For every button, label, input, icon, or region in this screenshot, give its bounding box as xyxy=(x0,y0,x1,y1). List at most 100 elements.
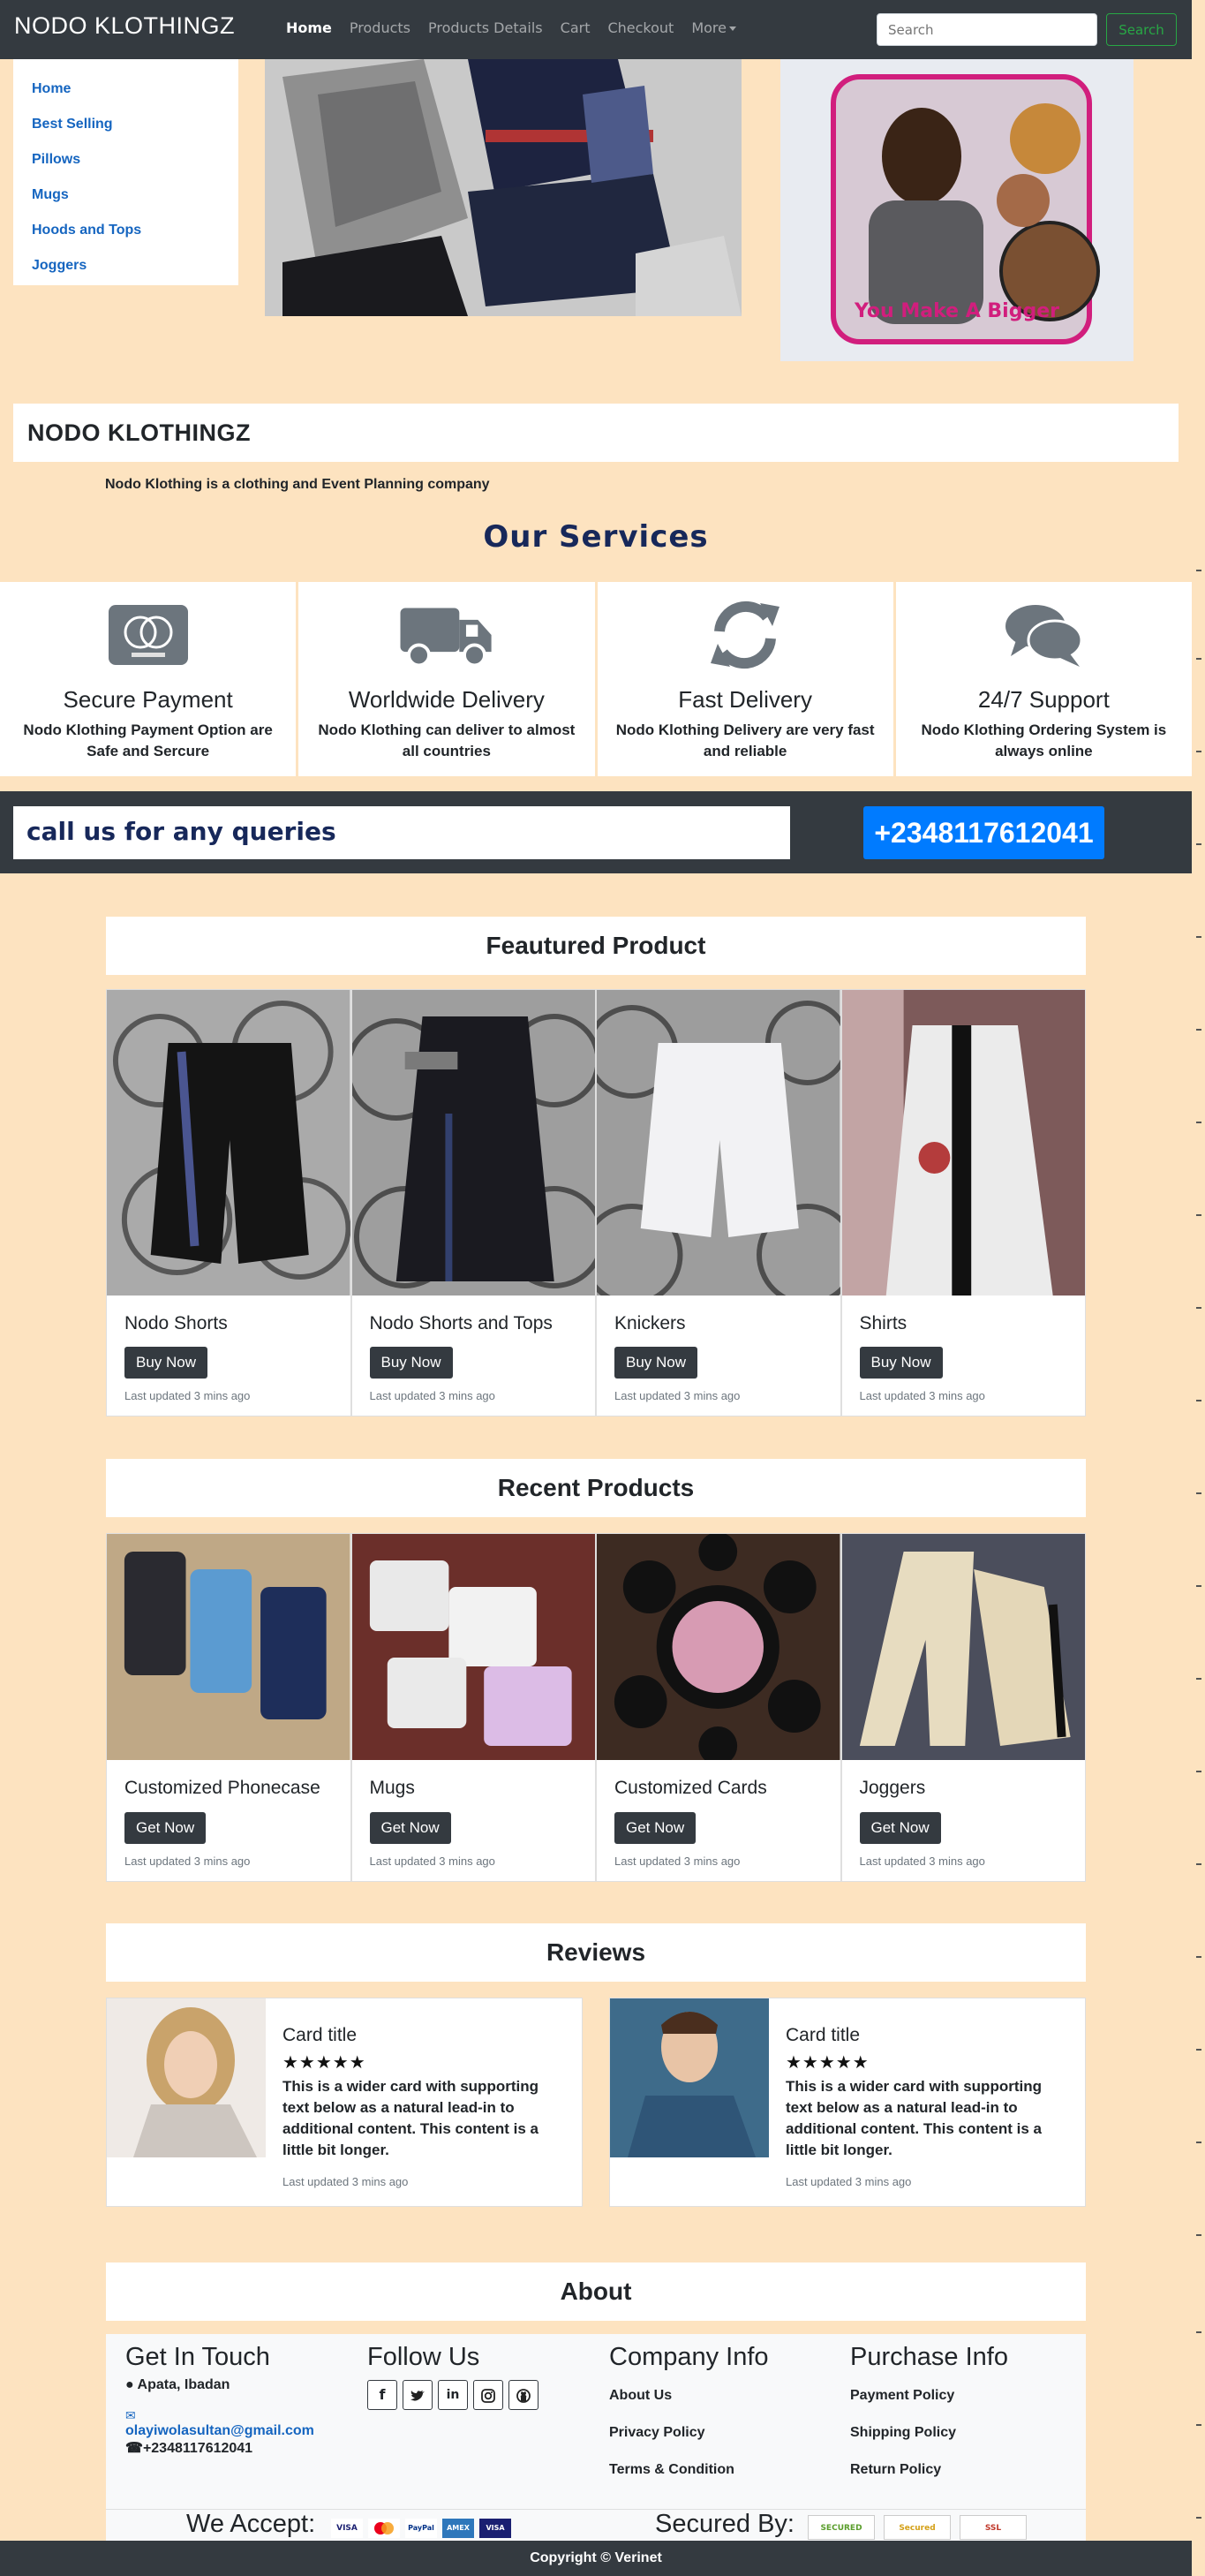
paypal-icon: PayPal xyxy=(405,2519,437,2538)
credit-card-icon xyxy=(108,605,188,665)
sync-icon xyxy=(711,601,780,669)
shipping-policy-link[interactable]: Shipping Policy xyxy=(850,2425,1088,2441)
last-updated-text: Last updated 3 mins ago xyxy=(859,1389,985,1402)
nav-more-dropdown[interactable]: More xyxy=(682,19,745,36)
last-updated-text: Last updated 3 mins ago xyxy=(369,1855,495,1868)
purchase-info-column: Purchase Info Payment Policy Shipping Po… xyxy=(850,2343,1088,2478)
company-info-column: Company Info About Us Privacy Policy Ter… xyxy=(609,2343,847,2478)
secured-badge-icon: SECURED xyxy=(808,2515,875,2540)
nav-checkout[interactable]: Checkout xyxy=(599,19,682,36)
product-image[interactable] xyxy=(351,990,595,1296)
pillow-caption: You Make A Bigger xyxy=(854,300,1059,322)
follow-us-column: Follow Us xyxy=(367,2343,606,2372)
footer: Get In Touch ● Apata, Ibadan ✉ olayiwola… xyxy=(106,2334,1086,2541)
address-line: ● Apata, Ibadan xyxy=(125,2377,364,2393)
sidebar-item-joggers[interactable]: Joggers xyxy=(13,248,238,283)
scroll-tick xyxy=(1196,570,1201,571)
sidebar-item-hoods-and-tops[interactable]: Hoods and Tops xyxy=(13,213,238,248)
category-sidebar: Home Best Selling Pillows Mugs Hoods and… xyxy=(13,59,238,285)
footer-heading: Get In Touch xyxy=(125,2343,270,2371)
phone-text: +2348117612041 xyxy=(142,2441,253,2456)
product-image[interactable] xyxy=(597,1534,840,1760)
get-now-button[interactable]: Get Now xyxy=(859,1812,941,1844)
nav-products-details[interactable]: Products Details xyxy=(419,19,552,36)
buy-now-button[interactable]: Buy Now xyxy=(614,1347,698,1379)
get-now-button[interactable]: Get Now xyxy=(369,1812,451,1844)
scroll-tick xyxy=(1196,1585,1201,1587)
twitter-icon[interactable] xyxy=(403,2380,433,2410)
scroll-tick xyxy=(1196,1214,1201,1216)
facebook-icon[interactable]: f xyxy=(367,2380,397,2410)
product-image[interactable] xyxy=(841,990,1085,1296)
privacy-policy-link[interactable]: Privacy Policy xyxy=(609,2425,847,2441)
service-title: Fast Delivery xyxy=(678,686,812,713)
sidebar-item-mugs[interactable]: Mugs xyxy=(13,178,238,213)
services-heading: Our Services xyxy=(483,519,709,555)
last-updated-text: Last updated 3 mins ago xyxy=(614,1389,741,1402)
get-now-button[interactable]: Get Now xyxy=(614,1812,697,1844)
sidebar-item-home[interactable]: Home xyxy=(13,72,238,107)
accept-secured-row: We Accept: VISA PayPal AMEX VISA Secured… xyxy=(106,2509,1086,2541)
sidebar-item-best-selling[interactable]: Best Selling xyxy=(13,107,238,142)
nav-products[interactable]: Products xyxy=(341,19,419,36)
service-card: Secure Payment Nodo Klothing Payment Opt… xyxy=(0,582,297,776)
search-input[interactable] xyxy=(877,13,1097,46)
buy-now-button[interactable]: Buy Now xyxy=(369,1347,453,1379)
sidebar-item-pillows[interactable]: Pillows xyxy=(13,142,238,178)
review-card: Card title ★★★★★ This is a wider card wi… xyxy=(609,1998,1086,2207)
product-name: Shirts xyxy=(859,1313,908,1333)
service-desc: Nodo Klothing Delivery are very fast and… xyxy=(615,721,875,759)
service-title: Secure Payment xyxy=(63,686,233,713)
scroll-tick xyxy=(1196,1492,1201,1494)
star-rating-icon: ★★★★★ xyxy=(786,2051,870,2073)
github-icon[interactable] xyxy=(508,2380,538,2410)
payment-policy-link[interactable]: Payment Policy xyxy=(850,2388,1088,2404)
page-scrollbar[interactable] xyxy=(1192,0,1205,2576)
service-title: 24/7 Support xyxy=(977,686,1110,713)
linkedin-icon[interactable]: in xyxy=(438,2380,468,2410)
review-text: This is a wider card with supporting tex… xyxy=(786,2078,1042,2158)
product-name: Customized Cards xyxy=(614,1778,767,1798)
about-us-link[interactable]: About Us xyxy=(609,2388,847,2404)
buy-now-button[interactable]: Buy Now xyxy=(859,1347,943,1379)
nav-cart[interactable]: Cart xyxy=(552,19,599,36)
product-image[interactable] xyxy=(107,990,350,1296)
service-desc: Nodo Klothing can deliver to almost all … xyxy=(318,721,576,759)
product-image[interactable] xyxy=(107,1534,350,1760)
get-in-touch-column: Get In Touch ● Apata, Ibadan ✉ olayiwola… xyxy=(125,2343,364,2457)
get-now-button[interactable]: Get Now xyxy=(124,1812,207,1844)
review-card: Card title ★★★★★ This is a wider card wi… xyxy=(106,1998,583,2207)
scroll-tick xyxy=(1196,1400,1201,1401)
call-box: call us for any queries xyxy=(13,806,790,859)
service-card: Worldwide Delivery Nodo Klothing can del… xyxy=(298,582,595,776)
call-band: call us for any queries +2348117612041 xyxy=(0,791,1192,873)
featured-products-row: Nodo Shorts Buy Now Last updated 3 mins … xyxy=(106,989,1086,1416)
brand-logo[interactable]: NODO KLOTHINGZ xyxy=(14,12,235,40)
instagram-icon[interactable] xyxy=(473,2380,503,2410)
return-policy-link[interactable]: Return Policy xyxy=(850,2462,1088,2478)
product-card: Customized Cards Get Now Last updated 3 … xyxy=(596,1533,841,1882)
caret-down-icon xyxy=(729,26,736,31)
terms-condition-link[interactable]: Terms & Condition xyxy=(609,2462,847,2478)
comments-icon xyxy=(1005,605,1083,667)
footer-heading: Follow Us xyxy=(367,2343,480,2371)
product-image[interactable] xyxy=(351,1534,595,1760)
product-image[interactable] xyxy=(597,990,840,1296)
product-name: Mugs xyxy=(369,1778,415,1798)
call-text: call us for any queries xyxy=(26,817,336,846)
product-image[interactable] xyxy=(841,1534,1085,1760)
call-number-button[interactable]: +2348117612041 xyxy=(863,806,1104,859)
buy-now-button[interactable]: Buy Now xyxy=(124,1347,208,1379)
nav-links: Home Products Products Details Cart Chec… xyxy=(277,19,745,36)
search-button[interactable]: Search xyxy=(1106,13,1177,46)
product-name: Customized Phonecase xyxy=(124,1778,320,1798)
map-marker-icon: ● xyxy=(125,2377,134,2392)
nav-home[interactable]: Home xyxy=(277,19,341,36)
scroll-tick xyxy=(1196,1956,1201,1958)
featured-heading: Feautured Product xyxy=(106,917,1086,975)
visa-electron-icon: VISA xyxy=(479,2519,511,2538)
last-updated-text: Last updated 3 mins ago xyxy=(614,1855,741,1868)
reviews-heading: Reviews xyxy=(106,1923,1086,1982)
email-link[interactable]: olayiwolasultan@gmail.com xyxy=(125,2423,364,2439)
amex-icon: AMEX xyxy=(442,2519,474,2538)
